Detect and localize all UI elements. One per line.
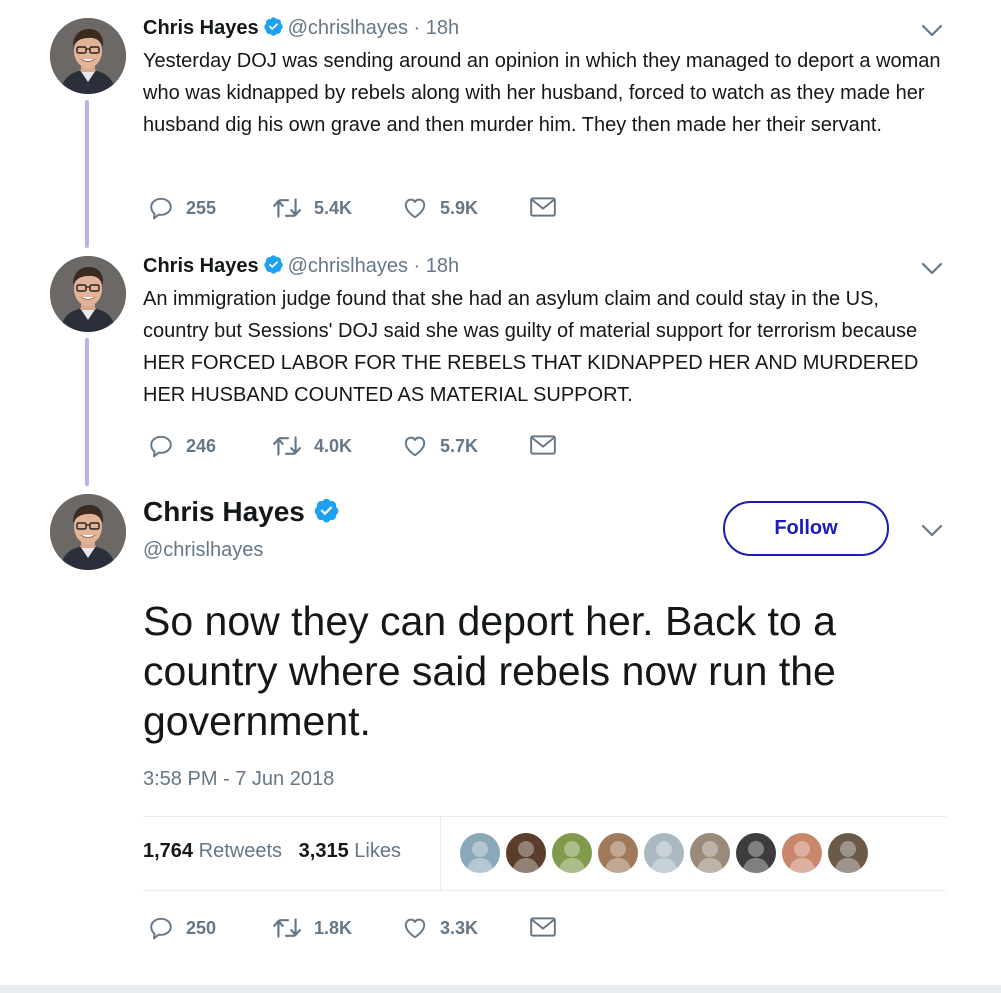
avatar[interactable] <box>50 18 126 94</box>
author-handle[interactable]: @chrislhayes <box>288 255 408 277</box>
reply-icon <box>148 433 174 459</box>
like-count: 5.7K <box>440 435 479 456</box>
dm-button[interactable] <box>529 195 557 219</box>
divider <box>143 816 946 817</box>
reply-button[interactable]: 246 <box>148 433 216 459</box>
envelope-icon <box>529 433 557 457</box>
author-name[interactable]: Chris Hayes <box>143 255 259 277</box>
liker-avatar[interactable] <box>690 833 730 873</box>
chevron-down-icon[interactable] <box>921 261 943 275</box>
tweet-text: An immigration judge found that she had … <box>143 288 919 406</box>
divider <box>143 890 946 891</box>
heart-icon <box>402 433 428 459</box>
chevron-down-icon[interactable] <box>921 23 943 37</box>
page-footer-band <box>0 985 1001 993</box>
follow-button[interactable]: Follow <box>723 501 889 556</box>
retweet-icon <box>272 433 302 459</box>
author-handle[interactable]: @chrislhayes <box>288 17 408 39</box>
thread-connector-line <box>85 100 89 248</box>
dm-button[interactable] <box>529 433 557 457</box>
retweet-button[interactable]: 4.0K <box>272 433 352 459</box>
avatar[interactable] <box>50 256 126 332</box>
tweet-header: Chris Hayes @chrislhayes · 18h <box>143 254 459 278</box>
retweet-icon <box>272 195 302 221</box>
retweet-count: 1.8K <box>314 917 353 938</box>
separator-dot: · <box>413 255 421 277</box>
reply-icon <box>148 195 174 221</box>
liker-avatar[interactable] <box>828 833 868 873</box>
like-count: 5.9K <box>440 197 479 218</box>
tweet-time[interactable]: 18h <box>426 17 459 39</box>
author-name[interactable]: Chris Hayes <box>143 17 259 39</box>
retweet-count: 5.4K <box>314 197 353 218</box>
separator-dot: · <box>413 17 421 39</box>
retweet-button[interactable]: 1.8K <box>272 915 352 941</box>
liker-avatar[interactable] <box>460 833 500 873</box>
author-handle[interactable]: @chrislhayes <box>143 539 263 562</box>
retweet-count: 4.0K <box>314 435 353 456</box>
envelope-icon <box>529 195 557 219</box>
liker-avatar[interactable] <box>644 833 684 873</box>
reply-icon <box>148 915 174 941</box>
thread-connector-line <box>85 338 89 486</box>
like-total: 3,315 <box>298 840 349 862</box>
avatar[interactable] <box>50 494 126 570</box>
chevron-down-icon[interactable] <box>921 523 943 537</box>
liker-avatar[interactable] <box>736 833 776 873</box>
verified-badge-icon <box>313 497 340 524</box>
retweet-total: 1,764 <box>143 840 194 862</box>
like-label: Likes <box>354 840 401 862</box>
like-button[interactable]: 3.3K <box>402 915 478 941</box>
liker-avatar[interactable] <box>782 833 822 873</box>
heart-icon <box>402 915 428 941</box>
liker-avatar[interactable] <box>506 833 546 873</box>
retweets-stat[interactable]: 1,764 Retweets <box>143 840 282 862</box>
like-button[interactable]: 5.9K <box>402 195 478 221</box>
author-name-text: Chris Hayes <box>143 496 305 527</box>
like-button[interactable]: 5.7K <box>402 433 478 459</box>
retweet-icon <box>272 915 302 941</box>
retweet-button[interactable]: 5.4K <box>272 195 352 221</box>
tweet-timestamp[interactable]: 3:58 PM - 7 Jun 2018 <box>143 768 334 791</box>
verified-badge-icon <box>263 16 284 37</box>
liker-avatar[interactable] <box>598 833 638 873</box>
author-name[interactable]: Chris Hayes <box>143 496 344 528</box>
tweet-header: Chris Hayes @chrislhayes · 18h <box>143 16 459 40</box>
liker-avatar[interactable] <box>552 833 592 873</box>
reply-button[interactable]: 250 <box>148 915 216 941</box>
divider <box>440 817 441 890</box>
tweet-text: Yesterday DOJ was sending around an opin… <box>143 50 941 136</box>
tweet-text: So now they can deport her. Back to a co… <box>143 598 836 744</box>
heart-icon <box>402 195 428 221</box>
reply-count: 246 <box>186 435 217 456</box>
reply-button[interactable]: 255 <box>148 195 216 221</box>
reply-count: 255 <box>186 197 217 218</box>
reply-count: 250 <box>186 917 217 938</box>
likes-stat[interactable]: 3,315 Likes <box>299 840 401 862</box>
envelope-icon <box>529 915 557 939</box>
dm-button[interactable] <box>529 915 557 939</box>
retweet-label: Retweets <box>198 840 282 862</box>
verified-badge-icon <box>263 254 284 275</box>
tweet-time[interactable]: 18h <box>426 255 459 277</box>
tweet-stats: 1,764 Retweets 3,315 Likes <box>143 840 401 863</box>
like-count: 3.3K <box>440 917 479 938</box>
